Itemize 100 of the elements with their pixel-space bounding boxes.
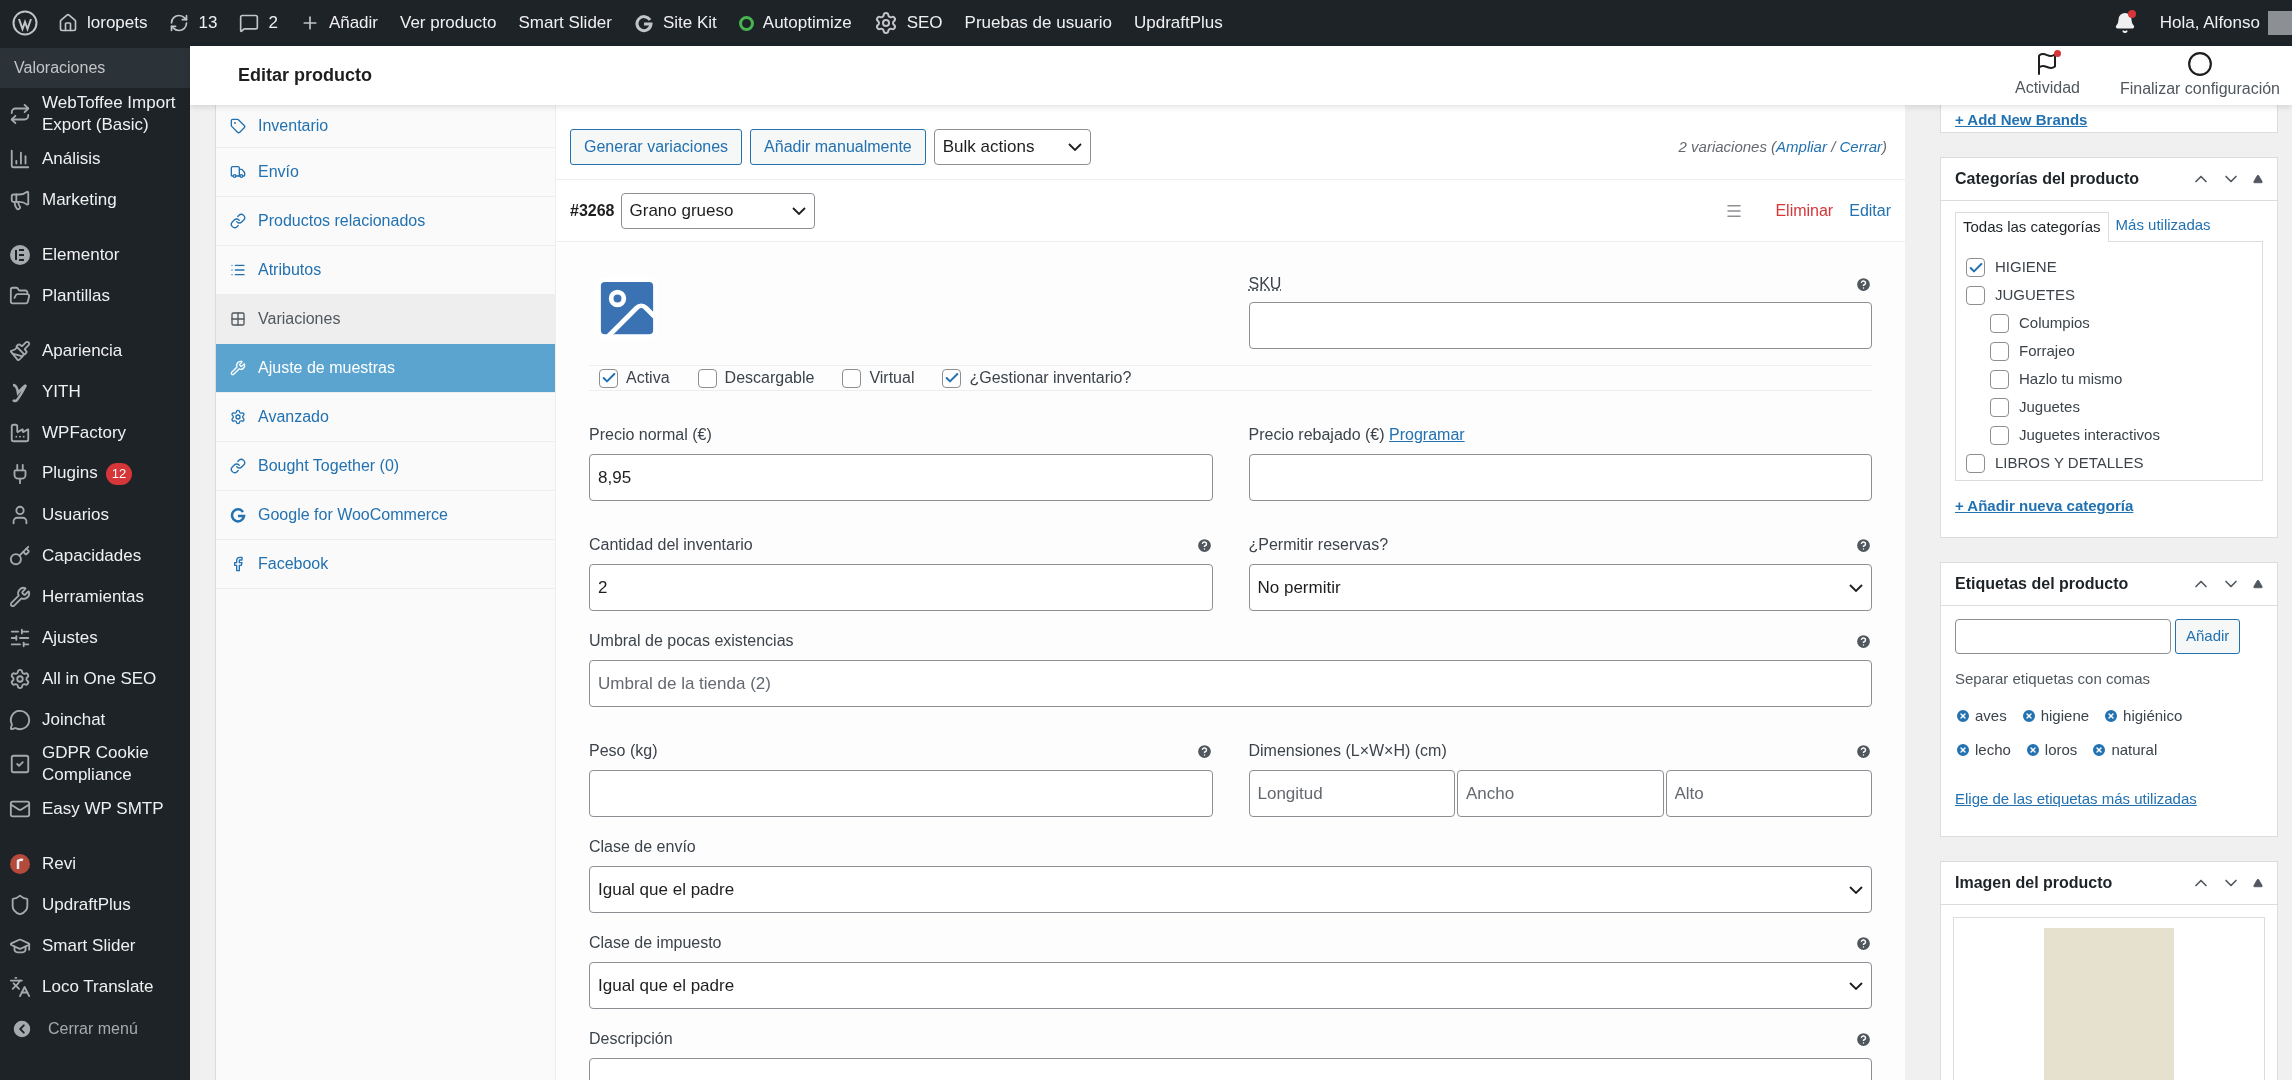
checkbox[interactable] (599, 368, 618, 388)
menu-item[interactable]: Usuarios (0, 494, 190, 535)
menu-item[interactable]: Easy WP SMTP (0, 788, 190, 829)
text-field[interactable] (1248, 454, 1872, 501)
category-checkbox[interactable] (1990, 426, 2009, 445)
add-brand-link[interactable]: + Add New Brands (1955, 109, 2088, 132)
add-category-link[interactable]: + Añadir nueva categoría (1955, 494, 2263, 517)
menu-item[interactable]: WebToffee Import Export (Basic) (0, 90, 190, 138)
collapse-menu-button[interactable]: Cerrar menú (0, 1009, 190, 1049)
toolbar-link[interactable]: Smart Slider (518, 10, 612, 36)
truck-icon (230, 164, 246, 180)
menu-item[interactable]: Apariencia (0, 330, 190, 371)
toggle-link[interactable]: Cerrar (1839, 137, 1882, 155)
product-data-tab[interactable]: Google for WooCommerce (216, 491, 555, 540)
checkbox[interactable] (842, 368, 862, 388)
schedule-link[interactable]: Programar (1389, 426, 1465, 443)
secondary-button[interactable]: Añadir manualmente (750, 129, 926, 165)
toolbar-link[interactable]: Ver producto (400, 10, 497, 36)
checkbox[interactable] (697, 368, 717, 388)
wordpress-logo-icon[interactable] (12, 10, 38, 36)
header-action-button[interactable]: Actividad (2015, 51, 2080, 100)
header-action-button[interactable]: Finalizar configuración (2119, 50, 2280, 101)
category-checkbox[interactable] (1966, 286, 1985, 305)
product-data-tab[interactable]: Productos relacionados (216, 197, 555, 246)
bulk-actions-select[interactable]: Bulk actions (933, 129, 1091, 165)
megaphone-icon (9, 188, 31, 211)
field-label: Clase de envío (589, 837, 696, 857)
repeat-icon (9, 103, 31, 125)
text-field[interactable] (589, 770, 1213, 817)
menu-item[interactable]: Capacidades (0, 535, 190, 576)
menu-item[interactable]: UpdraftPlus (0, 884, 190, 925)
toolbar-link[interactable]: 2 (239, 10, 278, 36)
select-field[interactable]: No permitir (1248, 564, 1872, 611)
product-data-tab[interactable]: Bought Together (0) (216, 442, 555, 491)
menu-item[interactable]: Ajustes (0, 617, 190, 658)
text-field[interactable]: Umbral de la tienda (2) (589, 660, 1872, 707)
menu-item[interactable]: YITH (0, 371, 190, 412)
menu-item[interactable]: Análisis (0, 138, 190, 179)
product-data-tab[interactable]: Envío (216, 148, 555, 197)
text-field[interactable]: 2 (589, 564, 1213, 611)
delete-link[interactable]: Eliminar (1775, 198, 1834, 223)
toolbar-link[interactable]: 13 (169, 10, 218, 36)
toolbar-link[interactable]: Pruebas de usuario (964, 10, 1112, 36)
toggle-link[interactable]: Ampliar (1776, 137, 1827, 155)
sku-field[interactable] (1248, 302, 1872, 349)
remove-tag-icon (2091, 742, 2108, 759)
menu-item[interactable]: GDPR Cookie Compliance (0, 740, 190, 788)
menu-item[interactable]: Plantillas (0, 275, 190, 316)
menu-item[interactable]: Smart Slider (0, 925, 190, 966)
menu-item[interactable]: Marketing (0, 179, 190, 220)
product-data-tab[interactable]: Inventario (216, 105, 555, 148)
product-data-tab[interactable]: Facebook (216, 540, 555, 589)
menu-item[interactable]: Elementor (0, 234, 190, 275)
menu-item[interactable]: Plugins 12 (0, 453, 190, 494)
dimension-field[interactable]: Ancho (1457, 770, 1664, 817)
menu-item[interactable]: Joinchat (0, 699, 190, 740)
toolbar-link[interactable]: Añadir (299, 10, 378, 36)
product-data-tab[interactable]: Variaciones (216, 295, 555, 344)
dimension-field[interactable]: Alto (1665, 770, 1872, 817)
remove-tag-icon (2103, 707, 2120, 724)
submenu-item[interactable]: Valoraciones (0, 48, 190, 88)
tag-field[interactable] (1955, 619, 2171, 654)
toolbar-link[interactable]: SEO (873, 10, 943, 36)
checkbox-label: Activa (626, 368, 670, 388)
text-field[interactable]: 8,95 (589, 454, 1213, 501)
category-checkbox[interactable] (1990, 398, 2009, 417)
bell-icon (2113, 12, 2136, 34)
category-checkbox[interactable] (1990, 314, 2009, 333)
field-label: Cantidad del inventario (589, 535, 753, 555)
category-checkbox[interactable] (1966, 258, 1985, 277)
dimension-field[interactable]: Longitud (1248, 770, 1455, 817)
toolbar-link[interactable]: Autoptimize (738, 10, 852, 36)
category-tab[interactable]: Más utilizadas (2108, 210, 2218, 241)
toolbar-link[interactable]: Site Kit (633, 10, 717, 36)
category-tab[interactable]: Todas las categorías (1955, 211, 2109, 242)
gear-icon (230, 409, 246, 425)
menu-item[interactable]: Loco Translate (0, 966, 190, 1007)
attribute-select[interactable]: Grano grueso (620, 192, 815, 229)
menu-item[interactable]: Revi (0, 843, 190, 884)
toolbar-link[interactable]: loropets (58, 10, 148, 36)
menu-item[interactable]: All in One SEO (0, 658, 190, 699)
category-checkbox[interactable] (1966, 454, 1985, 473)
chevron-down-icon (1849, 981, 1863, 990)
menu-item[interactable]: Herramientas (0, 576, 190, 617)
product-data-tab[interactable]: Avanzado (216, 393, 555, 442)
add-tag-button[interactable]: Añadir (2175, 619, 2241, 654)
category-checkbox[interactable] (1990, 370, 2009, 389)
popular-tags-link[interactable]: Elige de las etiquetas más utilizadas (1955, 787, 2263, 810)
account-link[interactable]: Hola, Alfonso (2159, 10, 2260, 36)
select-field[interactable]: Igual que el padre (589, 866, 1872, 913)
category-checkbox[interactable] (1990, 342, 2009, 361)
field-label: Peso (kg) (589, 741, 658, 761)
toolbar-link[interactable]: UpdraftPlus (1134, 10, 1223, 36)
secondary-button[interactable]: Generar variaciones (570, 129, 743, 165)
field-label: Dimensiones (L×W×H) (cm) (1248, 741, 1447, 761)
select-field[interactable]: Igual que el padre (589, 962, 1872, 1009)
edit-link[interactable]: Editar (1849, 198, 1891, 223)
menu-item[interactable]: WPFactory (0, 412, 190, 453)
checkbox[interactable] (942, 368, 962, 388)
factory-icon (9, 421, 31, 444)
